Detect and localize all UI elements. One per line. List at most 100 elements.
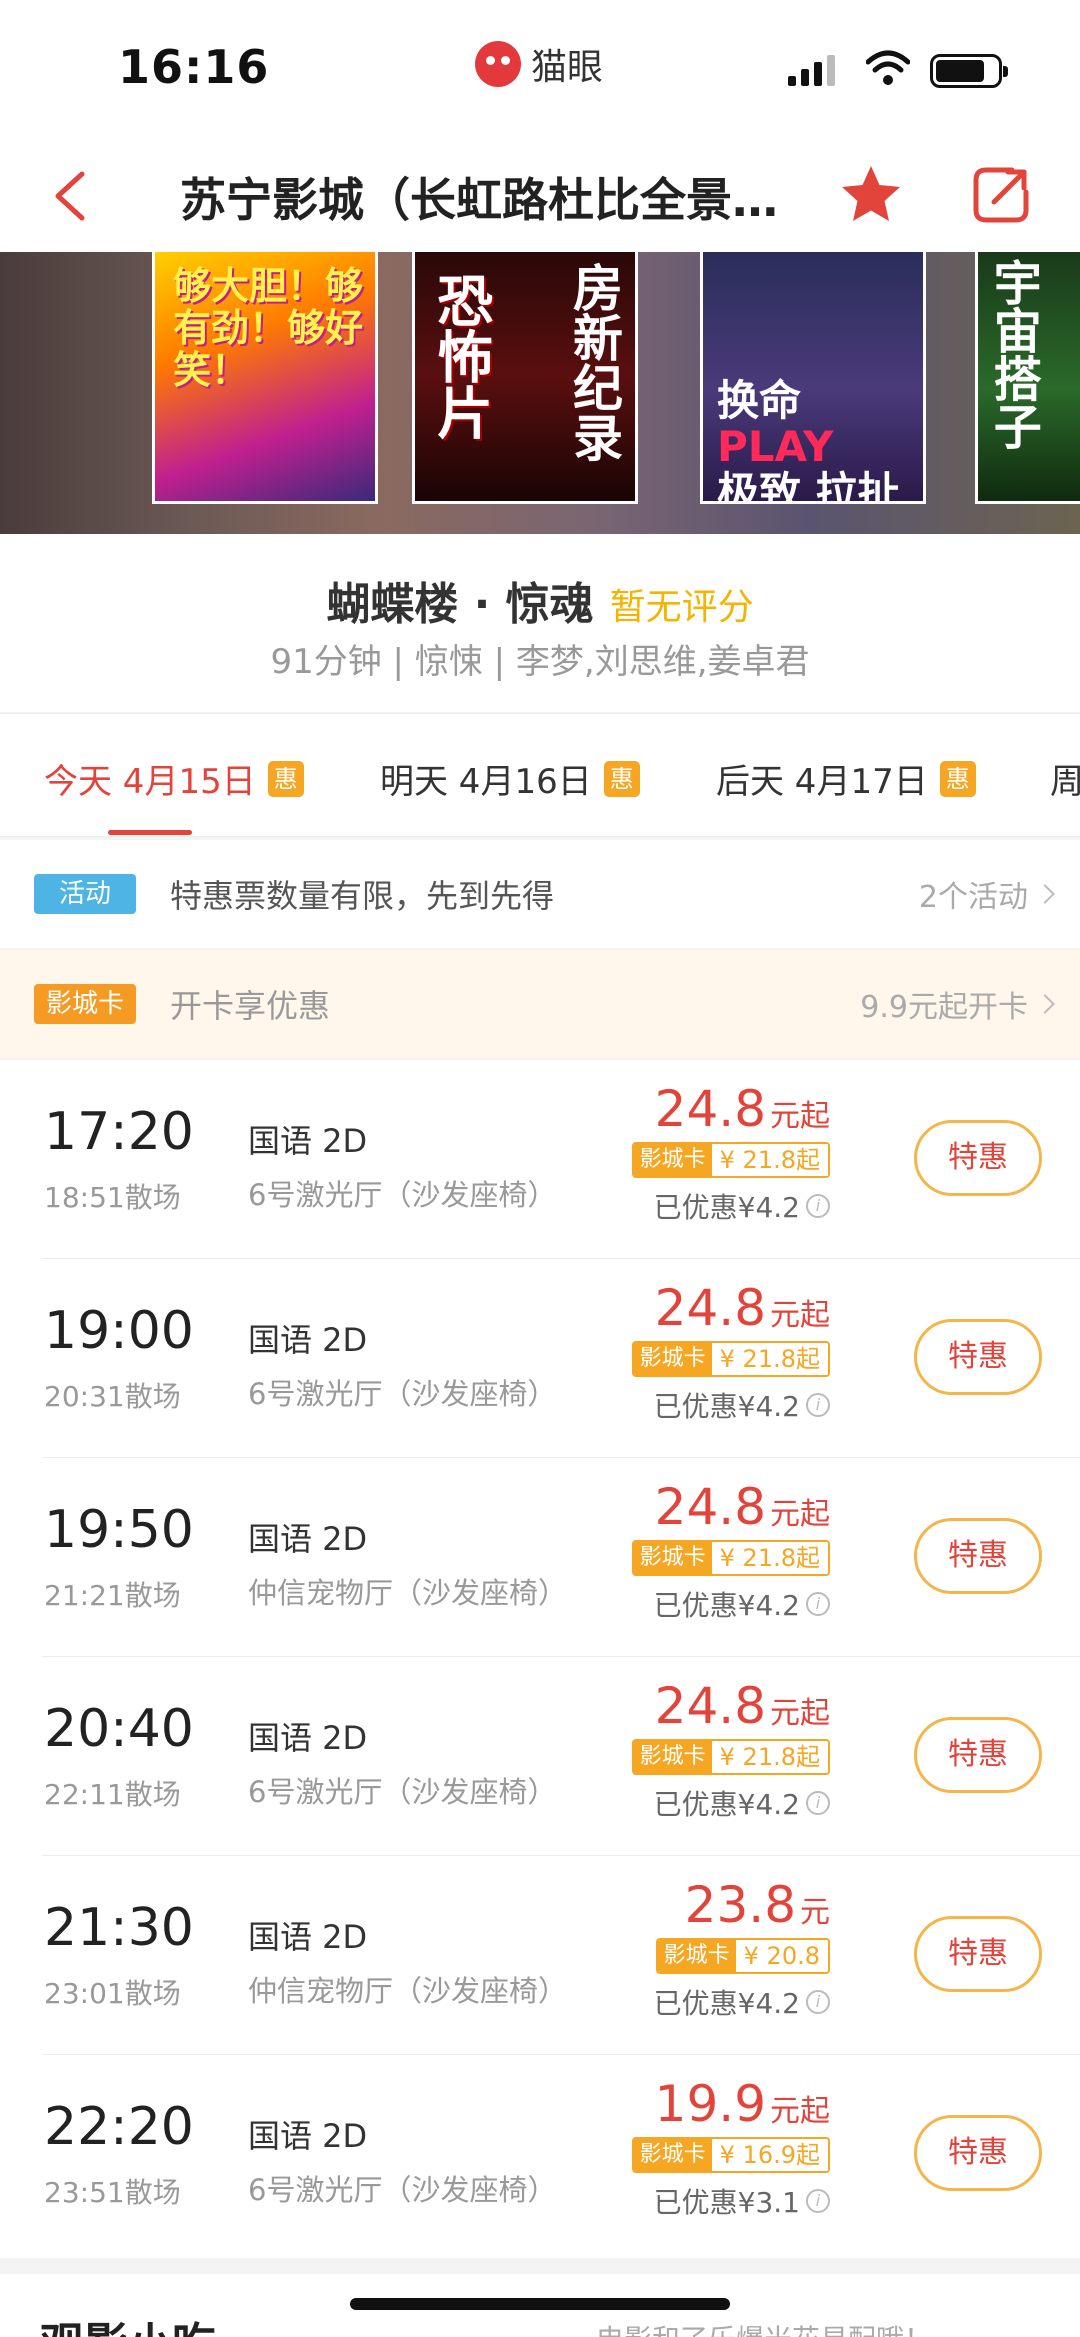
info-icon[interactable]: i [806, 1393, 830, 1417]
poster-text: 恐怖片 [427, 272, 493, 440]
card-price-value: ¥ 21.8起 [711, 1741, 828, 1773]
showtime-row[interactable]: 17:20 18:51散场 国语 2D 6号激光厅（沙发座椅） 24.8 元起 影… [0, 1060, 1080, 1259]
tab-date-today[interactable]: 今天 4月15日 惠 [44, 754, 304, 803]
discount-info: 已优惠¥4.2 i [654, 1982, 830, 2022]
discount-text: 已优惠¥4.2 [653, 1390, 800, 1423]
movie-score: 暂无评分 [609, 587, 754, 628]
card-price-tag: 影城卡 [633, 1144, 712, 1176]
card-price-value: ¥ 20.8 [735, 1940, 828, 1972]
activity-tag: 活动 [34, 874, 136, 914]
price-value: 24.8 [654, 1677, 766, 1735]
showtime-row[interactable]: 20:40 22:11散场 国语 2D 6号激光厅（沙发座椅） 24.8 元起 影… [0, 1657, 1080, 1856]
back-chevron-icon [55, 171, 85, 221]
price-box: 24.8 元起 影城卡 ¥ 21.8起 已优惠¥4.2 i [631, 1677, 830, 1823]
buy-ticket-button[interactable]: 特惠 [914, 1319, 1042, 1395]
discount-info: 已优惠¥4.2 i [632, 1584, 830, 1624]
movie-info: 蝴蝶楼 · 惊魂 暂无评分 91分钟 | 惊悚 | 李梦,刘思维,姜卓君 [0, 534, 1080, 712]
activity-promo-row[interactable]: 活动 特惠票数量有限，先到先得 2个活动 [0, 840, 1080, 948]
price-box: 24.8 元起 影城卡 ¥ 21.8起 已优惠¥4.2 i [631, 1478, 830, 1624]
movie-poster-carousel[interactable]: 够大胆！够有劲！够好笑！ 恐怖片 房新纪录 换命 PLAY 极致 拉扯 宇宙搭子 [0, 252, 1080, 534]
poster-text-line: 拉扯 [815, 468, 900, 504]
poster-text-line: 极致 [717, 468, 802, 504]
cinema-card-price-label: 9.9元起开卡 [860, 990, 1028, 1025]
status-brand: 猫眼 [475, 38, 603, 90]
start-time: 17:20 [44, 1102, 194, 1162]
tab-label: 周 [1050, 754, 1080, 803]
tab-label: 明天 4月16日 [380, 762, 592, 802]
snack-section-subtitle: 电影和了乐爆米花易配哦！ [596, 2318, 932, 2337]
start-time: 22:20 [44, 2097, 194, 2157]
buy-ticket-button[interactable]: 特惠 [914, 1518, 1042, 1594]
showtime-row[interactable]: 21:30 23:01散场 国语 2D 仲信宠物厅（沙发座椅） 23.8 元 影城… [0, 1856, 1080, 2055]
poster-text: 换命 PLAY 极致 拉扯 [717, 376, 923, 504]
start-time: 20:40 [44, 1699, 194, 1759]
end-time: 23:51散场 [44, 2176, 181, 2209]
movie-poster-selected[interactable]: 恐怖片 房新纪录 [412, 252, 638, 504]
tab-date-tomorrow[interactable]: 明天 4月16日 惠 [380, 754, 640, 803]
end-time: 23:01散场 [44, 1977, 181, 2010]
card-price-tag: 影城卡 [633, 1343, 712, 1375]
tab-date-next[interactable]: 周 [1050, 754, 1080, 803]
card-price-value: ¥ 16.9起 [711, 2139, 828, 2171]
activity-count-label: 2个活动 [918, 880, 1028, 915]
card-price-tag: 影城卡 [633, 1741, 712, 1773]
buy-ticket-button[interactable]: 特惠 [914, 1120, 1042, 1196]
price-unit: 元起 [770, 1099, 830, 1134]
price: 19.9 元起 [632, 2075, 830, 2133]
start-time: 19:00 [44, 1301, 194, 1361]
buy-ticket-button[interactable]: 特惠 [914, 1916, 1042, 1992]
language-format: 国语 2D [248, 1719, 368, 1757]
price-box: 24.8 元起 影城卡 ¥ 21.8起 已优惠¥4.2 i [631, 1279, 830, 1425]
discount-info: 已优惠¥4.2 i [632, 1783, 830, 1823]
tab-label: 今天 4月15日 [44, 762, 256, 802]
poster-text: 够大胆！够有劲！够好笑！ [173, 264, 364, 392]
discount-info: 已优惠¥3.1 i [632, 2181, 830, 2221]
tab-date-day-after[interactable]: 后天 4月17日 惠 [716, 754, 976, 803]
battery-icon [930, 54, 1008, 88]
showtime-row[interactable]: 22:20 23:51散场 国语 2D 6号激光厅（沙发座椅） 19.9 元起 影… [0, 2055, 1080, 2254]
movie-poster[interactable]: 换命 PLAY 极致 拉扯 [700, 252, 926, 504]
price: 24.8 元起 [632, 1478, 830, 1536]
home-indicator[interactable] [350, 2298, 730, 2310]
price-box: 23.8 元 影城卡 ¥ 20.8 已优惠¥4.2 i [654, 1876, 830, 2022]
movie-meta: 91分钟 | 惊悚 | 李梦,刘思维,姜卓君 [270, 642, 810, 682]
status-time: 16:16 [118, 40, 270, 94]
info-icon[interactable]: i [806, 1791, 830, 1815]
info-icon[interactable]: i [806, 1592, 830, 1616]
card-price-value: ¥ 21.8起 [711, 1542, 828, 1574]
poster-text-line: PLAY [717, 422, 834, 472]
price-value: 24.8 [654, 1279, 766, 1337]
price-value: 23.8 [684, 1876, 796, 1934]
discount-info: 已优惠¥4.2 i [632, 1385, 830, 1425]
showtime-row[interactable]: 19:50 21:21散场 国语 2D 仲信宠物厅（沙发座椅） 24.8 元起 影… [0, 1458, 1080, 1657]
hall-name: 6号激光厅（沙发座椅） [248, 1377, 557, 1411]
cinema-card-promo-row[interactable]: 影城卡 开卡享优惠 9.9元起开卡 [0, 950, 1080, 1058]
movie-poster[interactable]: 够大胆！够有劲！够好笑！ [152, 252, 378, 504]
price-unit: 元起 [770, 1497, 830, 1532]
card-price: 影城卡 ¥ 20.8 [655, 1938, 830, 1974]
info-icon[interactable]: i [806, 1194, 830, 1218]
price-value: 24.8 [654, 1478, 766, 1536]
buy-ticket-button[interactable]: 特惠 [914, 2115, 1042, 2191]
card-price: 影城卡 ¥ 21.8起 [631, 1341, 830, 1377]
date-tabs: 今天 4月15日 惠 明天 4月16日 惠 后天 4月17日 惠 周 [0, 713, 1080, 837]
hall-name: 仲信宠物厅（沙发座椅） [248, 1974, 568, 2008]
info-icon[interactable]: i [806, 2189, 830, 2213]
movie-poster[interactable]: 宇宙搭子 [975, 252, 1080, 504]
active-tab-indicator [108, 830, 192, 835]
back-button[interactable] [40, 166, 100, 226]
price-unit: 元起 [770, 1696, 830, 1731]
share-icon[interactable] [968, 162, 1034, 228]
card-price-tag: 影城卡 [657, 1940, 736, 1972]
snack-section-title: 观影小吃 [40, 2308, 216, 2337]
end-time: 22:11散场 [44, 1778, 181, 1811]
end-time: 18:51散场 [44, 1181, 181, 1214]
favorite-star-icon[interactable] [836, 160, 906, 230]
discount-text: 已优惠¥3.1 [653, 2186, 800, 2219]
info-icon[interactable]: i [806, 1990, 830, 2014]
end-time: 21:21散场 [44, 1579, 181, 1612]
poster-text-line: 换命 [717, 376, 802, 425]
showtime-row[interactable]: 19:00 20:31散场 国语 2D 6号激光厅（沙发座椅） 24.8 元起 影… [0, 1259, 1080, 1458]
discount-badge: 惠 [603, 760, 640, 797]
buy-ticket-button[interactable]: 特惠 [914, 1717, 1042, 1793]
